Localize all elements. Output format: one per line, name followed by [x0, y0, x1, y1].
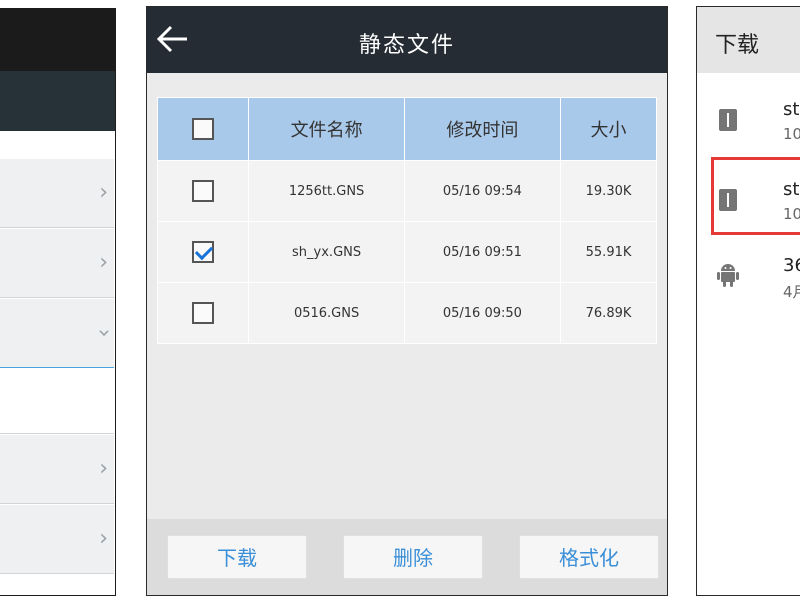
row-checkbox-checked[interactable] — [192, 241, 215, 263]
table-header-row: 文件名称 修改时间 大小 — [156, 97, 657, 161]
item-detail: 4月 — [783, 283, 800, 301]
chevron-right-icon: › — [99, 250, 108, 275]
list-item[interactable]: 36 4月 — [697, 239, 800, 309]
row-checkbox[interactable] — [192, 180, 215, 202]
settings-row-4 — [0, 369, 114, 434]
settings-row-1[interactable]: › — [0, 159, 114, 228]
column-header-size[interactable]: 大小 — [560, 97, 657, 161]
list-item[interactable]: st 10 — [697, 83, 800, 153]
left-settings-panel: › › › › › — [0, 8, 117, 596]
downloads-header: 下载 — [697, 7, 800, 73]
settings-row-5[interactable]: › — [0, 435, 114, 504]
file-size: 55.91K — [560, 221, 657, 283]
highlight-box — [711, 157, 800, 235]
left-app-bar — [0, 71, 115, 131]
chevron-right-icon: › — [99, 526, 108, 551]
table-row[interactable]: 1256tt.GNS 05/16 09:54 19.30K — [156, 160, 657, 222]
item-name: 36 — [783, 255, 800, 276]
static-files-screen: 静态文件 文件名称 修改时间 大小 1256tt.GNS 05/16 09:54… — [146, 6, 668, 596]
downloads-screen: 下载 st 10 st 10 36 4月 — [696, 6, 800, 596]
settings-row-6[interactable]: › — [0, 505, 114, 574]
column-header-filename[interactable]: 文件名称 — [248, 97, 405, 161]
downloads-title: 下载 — [715, 33, 760, 58]
file-size: 76.89K — [560, 282, 657, 344]
app-header: 静态文件 — [147, 7, 667, 73]
item-detail: 10 — [783, 125, 800, 143]
table-row[interactable]: sh_yx.GNS 05/16 09:51 55.91K — [156, 221, 657, 283]
row-checkbox-cell[interactable] — [156, 282, 250, 344]
chevron-right-icon: › — [99, 180, 108, 205]
row-checkbox[interactable] — [192, 302, 215, 324]
left-status-bar — [0, 9, 115, 71]
row-checkbox-cell[interactable] — [156, 221, 250, 283]
action-bar: 下载 删除 格式化 — [147, 519, 667, 595]
select-all-cell[interactable] — [156, 97, 250, 161]
page-title: 静态文件 — [358, 33, 455, 58]
download-button[interactable]: 下载 — [167, 535, 307, 579]
chevron-down-icon: › — [91, 328, 117, 338]
file-name: 1256tt.GNS — [248, 160, 405, 222]
delete-button[interactable]: 删除 — [343, 535, 483, 579]
column-header-modified[interactable]: 修改时间 — [403, 97, 562, 161]
file-time: 05/16 09:50 — [403, 282, 562, 344]
file-icon — [719, 109, 737, 131]
chevron-right-icon: › — [99, 456, 108, 481]
file-name: sh_yx.GNS — [248, 221, 405, 283]
select-all-checkbox[interactable] — [192, 118, 215, 140]
settings-row-2[interactable]: › — [0, 229, 114, 298]
file-name: 0516.GNS — [248, 282, 405, 344]
file-size: 19.30K — [560, 160, 657, 222]
android-icon — [717, 261, 739, 287]
settings-row-3-expanded[interactable]: › — [0, 299, 117, 368]
row-checkbox-cell[interactable] — [156, 160, 250, 222]
file-table: 文件名称 修改时间 大小 1256tt.GNS 05/16 09:54 19.3… — [156, 97, 657, 344]
format-button[interactable]: 格式化 — [519, 535, 659, 579]
table-row[interactable]: 0516.GNS 05/16 09:50 76.89K — [156, 282, 657, 344]
file-time: 05/16 09:51 — [403, 221, 562, 283]
item-name: st — [783, 99, 800, 120]
file-time: 05/16 09:54 — [403, 160, 562, 222]
